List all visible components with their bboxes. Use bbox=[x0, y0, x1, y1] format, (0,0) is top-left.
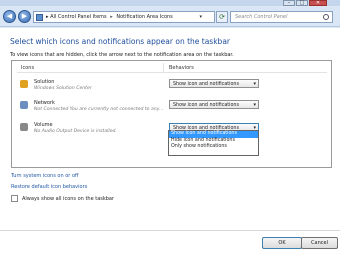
footer-divider bbox=[0, 230, 340, 231]
ok-button[interactable]: OK bbox=[262, 237, 302, 249]
selected-value: Show icon and notifications bbox=[173, 102, 239, 108]
checkbox[interactable] bbox=[11, 195, 18, 202]
behavior-dropdown-list: Show icon and notifications Hide icon an… bbox=[168, 130, 259, 156]
column-header-behaviors: Behaviors bbox=[169, 65, 194, 71]
chevron-down-icon: ▾ bbox=[253, 81, 256, 87]
always-show-all-icons-checkbox[interactable]: Always show all icons on the taskbar bbox=[11, 195, 131, 203]
cancel-button[interactable]: Cancel bbox=[301, 237, 338, 249]
maximize-button[interactable]: □ bbox=[296, 0, 308, 6]
row-name: Volume bbox=[34, 122, 53, 128]
row-description: Not Connected You are currently not conn… bbox=[34, 106, 164, 112]
restore-defaults-link[interactable]: Restore default icon behaviors bbox=[11, 184, 87, 190]
instructions-text: To view icons that are hidden, click the… bbox=[10, 52, 234, 58]
row-name: Network bbox=[34, 100, 55, 106]
address-bar[interactable]: ▸ All Control Panel Items ▸ Notification… bbox=[33, 11, 215, 23]
minimize-button[interactable]: – bbox=[283, 0, 295, 6]
column-header-icons: Icons bbox=[21, 65, 35, 71]
forward-button[interactable]: ▶ bbox=[18, 10, 31, 23]
column-divider bbox=[163, 63, 164, 72]
control-panel-icon bbox=[36, 14, 43, 21]
search-placeholder: Search Control Panel bbox=[235, 14, 288, 20]
behavior-select-network[interactable]: Show icon and notifications ▾ bbox=[169, 100, 259, 109]
dropdown-option-only-notifications[interactable]: Only show notifications bbox=[169, 144, 258, 151]
back-button[interactable]: ◀ bbox=[3, 10, 16, 23]
row-description: No Audio Output Device is installed. bbox=[34, 128, 117, 134]
breadcrumb-notification-area-icons[interactable]: Notification Area Icons bbox=[116, 14, 172, 20]
selected-value: Show icon and notifications bbox=[173, 81, 239, 87]
row-description: Windows Solution Center bbox=[34, 85, 92, 91]
speaker-icon bbox=[20, 123, 28, 131]
search-input[interactable]: Search Control Panel bbox=[230, 11, 333, 23]
breadcrumb-separator: ▸ bbox=[110, 14, 113, 20]
navigation-bar: ◀ ▶ ▸ All Control Panel Items ▸ Notifica… bbox=[0, 7, 340, 27]
network-icon bbox=[20, 101, 28, 109]
breadcrumb-separator: ▸ bbox=[46, 14, 49, 20]
title-bar: – □ ✕ bbox=[0, 0, 340, 6]
page-title: Select which icons and notifications app… bbox=[10, 37, 230, 46]
refresh-button[interactable]: ⟳ bbox=[216, 11, 228, 23]
close-button[interactable]: ✕ bbox=[309, 0, 327, 6]
flag-icon bbox=[20, 80, 28, 88]
main-content: Select which icons and notifications app… bbox=[0, 28, 340, 255]
row-name: Solution bbox=[34, 79, 55, 85]
behavior-select-solution[interactable]: Show icon and notifications ▾ bbox=[169, 79, 259, 88]
breadcrumb-all-control-panel-items[interactable]: All Control Panel Items bbox=[50, 14, 107, 20]
turn-system-icons-link[interactable]: Turn system icons on or off bbox=[11, 173, 78, 179]
chevron-down-icon: ▾ bbox=[253, 102, 256, 108]
checkbox-label: Always show all icons on the taskbar bbox=[22, 196, 115, 202]
chevron-down-icon[interactable]: ▾ bbox=[199, 14, 202, 20]
search-icon bbox=[323, 14, 329, 20]
breadcrumb: ▸ All Control Panel Items ▸ Notification… bbox=[46, 14, 173, 20]
header-divider bbox=[17, 72, 327, 73]
